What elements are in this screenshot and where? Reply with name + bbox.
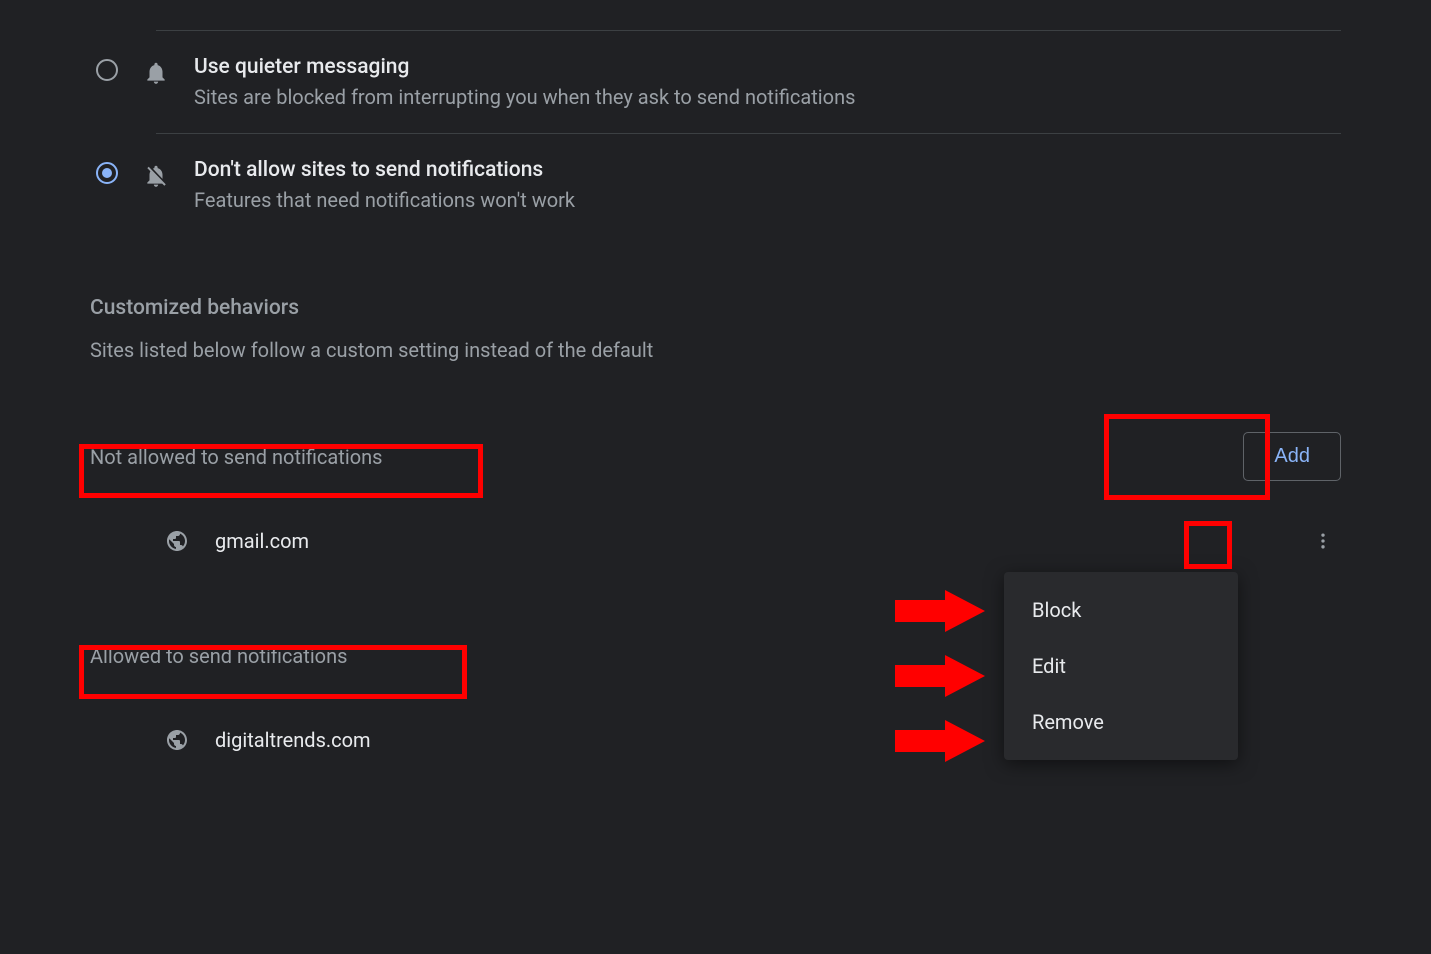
allowed-heading: Allowed to send notifications (90, 644, 347, 668)
option-quieter-title: Use quieter messaging (194, 55, 855, 79)
option-block-notifications[interactable]: Don't allow sites to send notifications … (90, 134, 1341, 236)
more-actions-button[interactable] (1305, 523, 1341, 559)
globe-icon (165, 529, 189, 553)
globe-icon (165, 728, 189, 752)
option-quieter-desc: Sites are blocked from interrupting you … (194, 85, 855, 109)
add-not-allowed-button[interactable]: Add (1243, 432, 1341, 481)
option-block-desc: Features that need notifications won't w… (194, 188, 575, 212)
not-allowed-heading: Not allowed to send notifications (90, 445, 382, 469)
bell-icon (142, 59, 170, 87)
site-actions-menu: Block Edit Remove (1004, 572, 1238, 760)
menu-item-edit[interactable]: Edit (1004, 638, 1238, 694)
menu-item-remove[interactable]: Remove (1004, 694, 1238, 750)
customized-sub: Sites listed below follow a custom setti… (90, 338, 1341, 362)
radio-block[interactable] (96, 162, 118, 184)
radio-quieter[interactable] (96, 59, 118, 81)
bell-off-icon (142, 162, 170, 190)
site-name: gmail.com (215, 529, 1279, 553)
menu-item-block[interactable]: Block (1004, 582, 1238, 638)
more-vert-icon (1313, 531, 1333, 551)
option-quieter-messaging[interactable]: Use quieter messaging Sites are blocked … (90, 31, 1341, 133)
option-block-title: Don't allow sites to send notifications (194, 158, 575, 182)
site-row-not-allowed: gmail.com (90, 511, 1341, 571)
customized-heading: Customized behaviors (90, 296, 1341, 320)
